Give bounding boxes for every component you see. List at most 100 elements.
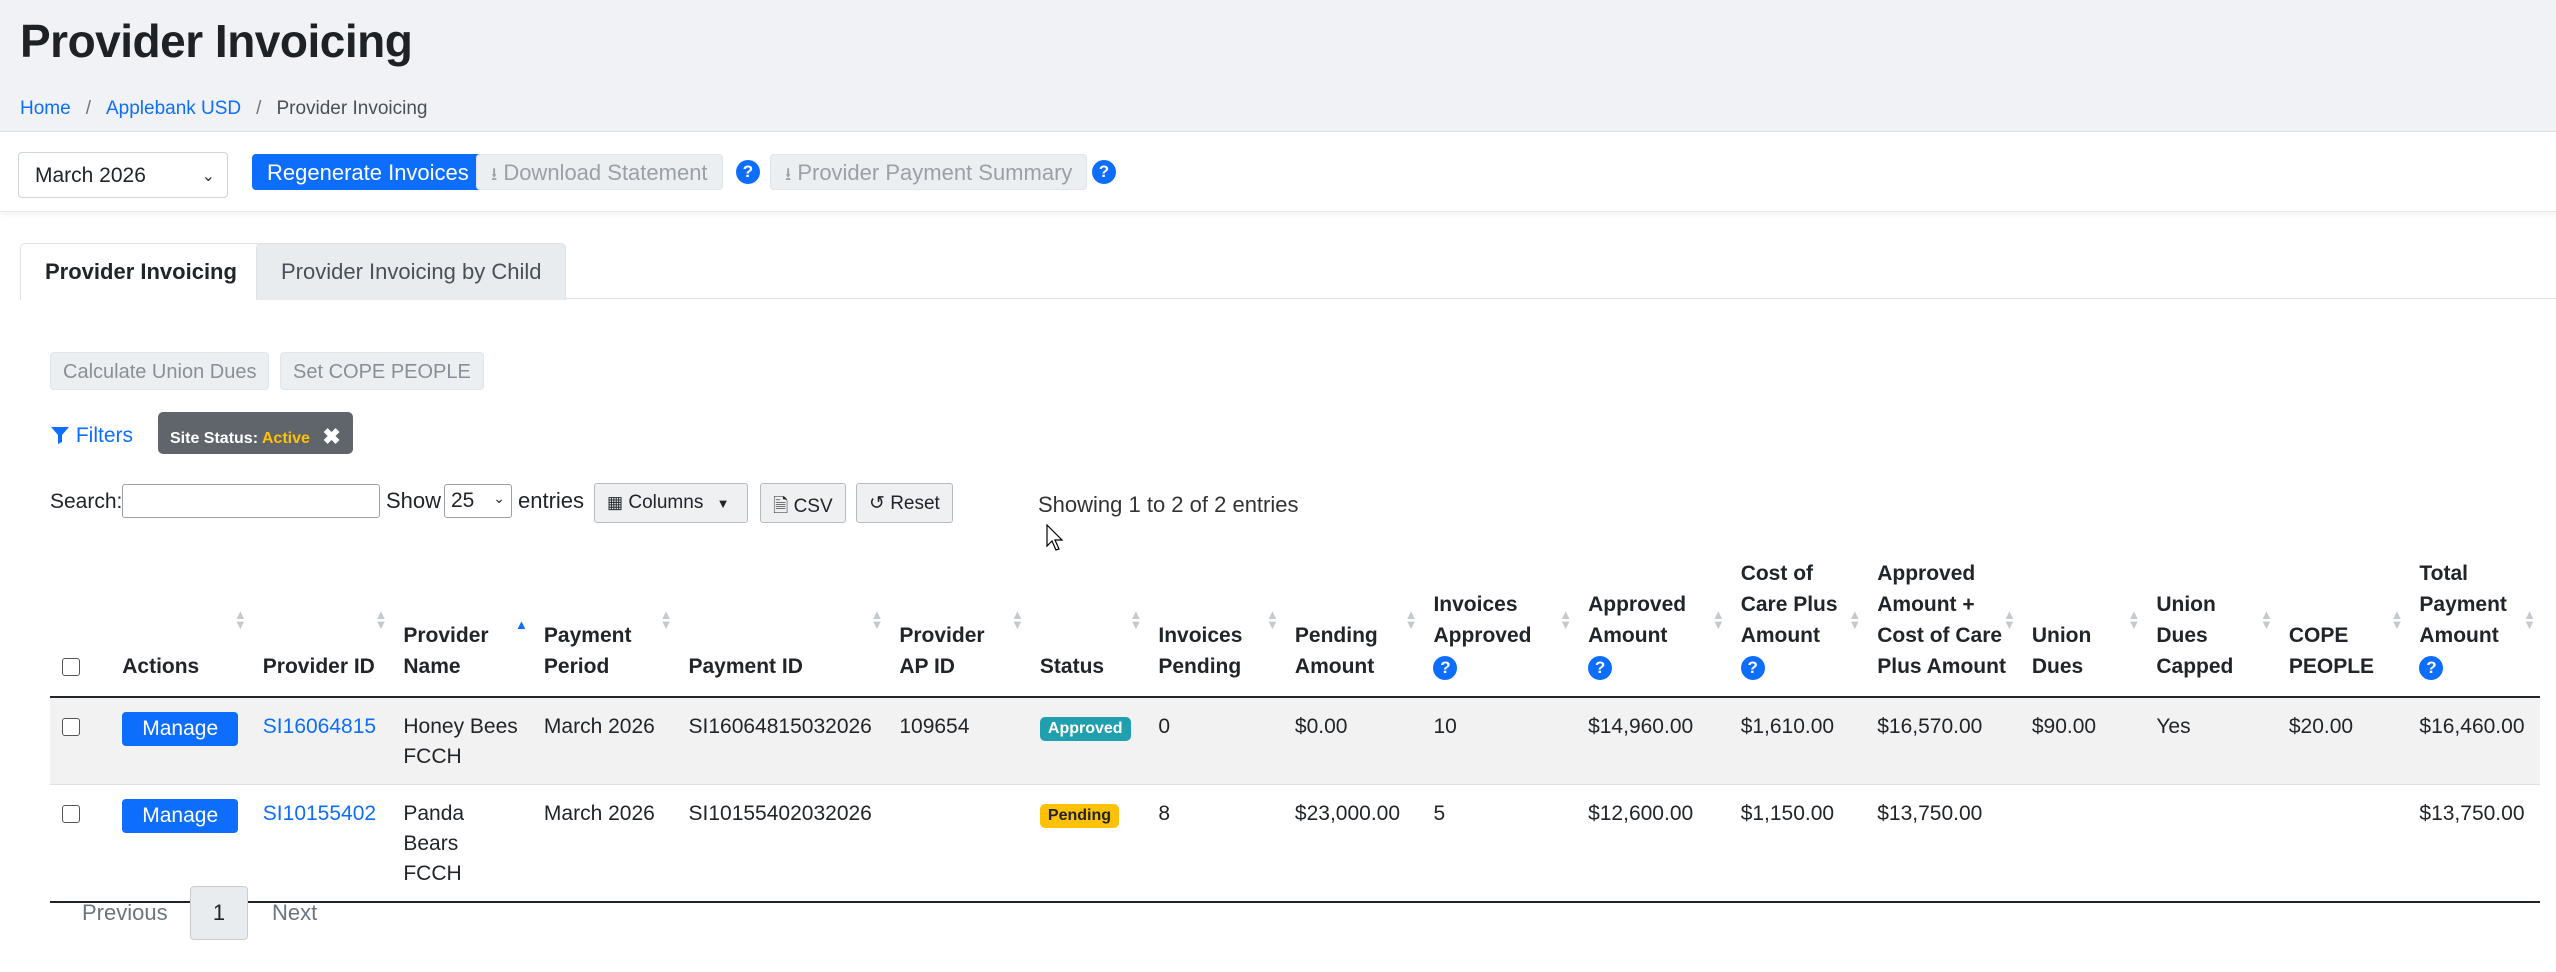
union-dues-cell: $90.00 xyxy=(2019,697,2145,785)
column-header[interactable]: Total Payment Amount? ▲ ▼ xyxy=(2407,550,2540,698)
sort-icon: ▲ ▼ xyxy=(374,607,388,632)
close-icon[interactable]: ✖ xyxy=(322,424,340,449)
calculate-union-dues-button[interactable]: Calculate Union Dues xyxy=(50,352,270,390)
column-header-label: Approved Amount xyxy=(1588,593,1687,647)
download-icon: ⭳ xyxy=(491,164,498,184)
sort-icon: ▲ ▼ xyxy=(659,607,673,632)
caret-down-icon: ▼ xyxy=(716,496,730,511)
page-1-button[interactable]: 1 xyxy=(190,886,248,940)
columns-button[interactable]: ▦ Columns ▼ xyxy=(594,483,748,523)
select-all-checkbox[interactable] xyxy=(62,658,80,677)
page-size-select[interactable]: 25 ⌄ xyxy=(444,484,512,518)
show-label: Show xyxy=(386,488,442,513)
month-select[interactable]: March 2026 ⌄ xyxy=(18,152,228,198)
column-header[interactable]: Provider ID ▲ ▼ xyxy=(250,550,392,698)
column-header-label: Pending Amount xyxy=(1294,624,1378,678)
breadcrumb-home[interactable]: Home xyxy=(20,98,71,119)
help-icon[interactable]: ? xyxy=(2419,656,2444,680)
column-header[interactable]: Provider AP ID ▲ ▼ xyxy=(887,550,1028,698)
payment-period-cell: March 2026 xyxy=(531,697,677,785)
cope-people-cell: $20.00 xyxy=(2276,697,2408,785)
grid-icon: ▦ xyxy=(607,493,624,512)
column-header[interactable]: Status ▲ ▼ xyxy=(1027,550,1147,698)
help-icon[interactable]: ? xyxy=(736,160,760,184)
chevron-down-icon: ⌄ xyxy=(493,490,505,506)
table-info: Showing 1 to 2 of 2 entries xyxy=(1038,492,1299,517)
mouse-cursor-icon xyxy=(1046,524,1064,551)
ap-id-cell xyxy=(887,784,1028,903)
status-cell: Pending xyxy=(1027,784,1147,903)
actions-cell: Manage xyxy=(110,697,251,785)
tab-provider-invoicing[interactable]: Provider Invoicing xyxy=(20,243,262,300)
download-icon: ⭳ xyxy=(785,164,792,184)
set-cope-people-button[interactable]: Set COPE PEOPLE xyxy=(280,352,484,390)
sort-icon: ▲ ▼ xyxy=(2260,607,2273,632)
provider-name-cell: Honey Bees FCCH xyxy=(391,697,532,785)
provider-id-cell: SI16064815 xyxy=(250,697,392,785)
column-header[interactable]: Invoices Approved? ▲ ▼ xyxy=(1421,550,1577,698)
column-header[interactable]: Union Dues ▲ ▼ xyxy=(2019,550,2145,698)
column-header[interactable]: Cost of Care Plus Amount? ▲ ▼ xyxy=(1728,550,1866,698)
help-icon[interactable]: ? xyxy=(1092,160,1116,184)
column-header[interactable]: Approved Amount + Cost of Care Plus Amou… xyxy=(1865,550,2020,698)
status-badge: Pending xyxy=(1039,804,1120,828)
column-header[interactable]: COPE PEOPLE ▲ ▼ xyxy=(2276,550,2408,698)
filters-toggle[interactable]: Filters xyxy=(50,424,133,448)
chevron-down-icon: ⌄ xyxy=(201,168,215,185)
breadcrumb: Home / Applebank USD / Provider Invoicing xyxy=(20,98,428,119)
column-header[interactable]: Actions ▲ ▼ xyxy=(110,550,251,698)
column-header-label: Union Dues Capped xyxy=(2156,593,2234,678)
provider-id-cell: SI10155402 xyxy=(250,784,392,903)
column-header-label: Provider Name xyxy=(403,624,489,678)
column-header[interactable]: Approved Amount? ▲ ▼ xyxy=(1576,550,1729,698)
search-input[interactable] xyxy=(122,484,380,518)
column-header[interactable]: Pending Amount ▲ ▼ xyxy=(1282,550,1422,698)
previous-page-button[interactable]: Previous xyxy=(82,900,168,926)
total-payment-cell: $16,460.00 xyxy=(2407,697,2540,785)
provider-id-link[interactable]: SI16064815 xyxy=(263,715,376,738)
column-header[interactable]: Payment Period ▲ ▼ xyxy=(531,550,677,698)
column-header[interactable]: Payment ID ▲ ▼ xyxy=(676,550,888,698)
cope-people-cell xyxy=(2276,784,2408,903)
sort-icon: ▲ ▼ xyxy=(2002,607,2016,632)
column-header-label: COPE PEOPLE xyxy=(2288,624,2375,678)
cost-of-care-cell: $1,610.00 xyxy=(1728,697,1866,785)
select-all-header xyxy=(50,550,111,698)
help-icon[interactable]: ? xyxy=(1588,656,1613,680)
cost-of-care-cell: $1,150.00 xyxy=(1728,784,1866,903)
row-checkbox[interactable] xyxy=(62,718,80,737)
next-page-button[interactable]: Next xyxy=(272,900,317,926)
table-header-row: Actions ▲ ▼ Provider ID ▲ ▼ Provider Name ▲ P… xyxy=(50,550,2540,698)
column-header-label: Payment ID xyxy=(688,655,803,678)
manage-button[interactable]: Manage xyxy=(122,712,239,746)
column-header-label: Invoices Approved xyxy=(1433,593,1532,647)
sort-icon: ▲ ▼ xyxy=(2127,607,2141,632)
filters-label: Filters xyxy=(75,424,134,447)
sort-icon: ▲ ▼ xyxy=(2523,607,2536,632)
help-icon[interactable]: ? xyxy=(1433,656,1458,680)
column-header[interactable]: Invoices Pending ▲ ▼ xyxy=(1146,550,1283,698)
column-header[interactable]: Provider Name ▲ xyxy=(391,550,532,698)
column-header[interactable]: Union Dues Capped ▲ ▼ xyxy=(2144,550,2277,698)
column-header-label: Total Payment Amount xyxy=(2419,562,2507,647)
provider-id-link[interactable]: SI10155402 xyxy=(263,802,376,825)
invoices-pending-cell: 0 xyxy=(1146,697,1283,785)
row-checkbox[interactable] xyxy=(62,805,80,824)
toolbar: March 2026 ⌄ Regenerate Invoices ⭳ Downlo… xyxy=(0,132,2556,212)
help-icon[interactable]: ? xyxy=(1740,656,1765,680)
entries-label: entries xyxy=(518,488,585,513)
tab-provider-invoicing-by-child[interactable]: Provider Invoicing by Child xyxy=(256,243,567,300)
breadcrumb-district[interactable]: Applebank USD xyxy=(106,98,241,119)
column-header-label: Payment Period xyxy=(543,624,632,678)
manage-button[interactable]: Manage xyxy=(122,799,239,833)
regenerate-invoices-button[interactable]: Regenerate Invoices xyxy=(252,154,484,190)
csv-button[interactable]: 🗎 CSV xyxy=(760,483,846,523)
undo-icon: ↺ xyxy=(869,493,885,514)
provider-payment-summary-button[interactable]: ⭳ Provider Payment Summary xyxy=(770,154,1088,190)
download-statement-button[interactable]: ⭳ Download Statement xyxy=(476,154,723,190)
column-header-label: Status xyxy=(1039,655,1105,678)
dues-capped-cell: Yes xyxy=(2144,697,2277,785)
column-header-label: Invoices Pending xyxy=(1158,624,1243,678)
reset-button[interactable]: ↺ Reset xyxy=(856,483,953,523)
column-header-label: Provider ID xyxy=(262,655,375,678)
